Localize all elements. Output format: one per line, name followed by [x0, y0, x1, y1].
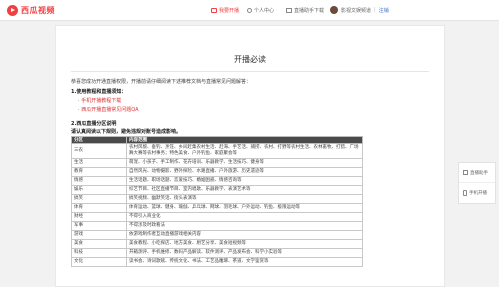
content-cell: 不得涉及时政看法 — [126, 221, 363, 231]
content-cell: 搞笑视频、幽默笑话、街头表演等 — [126, 194, 363, 204]
nav-personal-center-label: 个人中心 — [254, 7, 275, 14]
content-cell: 生活话题、职场话题、恋爱技巧、婚姻困惑、情感咨询等 — [126, 176, 363, 186]
table-row: 科技 开箱测评、手机维修、数码产品解读、软件测评、产品发布会、科学小实验等 — [71, 248, 363, 258]
nav-go-live[interactable]: 我要开播 — [211, 0, 239, 20]
content-cell: 开箱测评、手机维修、数码产品解读、软件测评、产品发布会、科学小实验等 — [126, 248, 363, 258]
table-row: 军事 不得涉及时政看法 — [71, 221, 363, 231]
table-row: 财经 不得引入商业化 — [71, 212, 363, 222]
nav-download-assistant[interactable]: 直播助手下载 — [286, 0, 324, 20]
content-cell: 读书会、诗词歌赋、传统文化、书法、工艺品雕琢、茶道、文学鉴赏等 — [126, 257, 363, 267]
content-cell: 农村风貌、垂钓、烹饪、乡间赶集农村生活、赶海、手艺活、捕捞、农村、打野等农村生活… — [126, 143, 363, 159]
table-row: 美食 美食教程、小吃探店、地方美食、厨艺分享、美食短视频等 — [71, 239, 363, 249]
category-cell: 游戏 — [71, 230, 127, 240]
live-assistant-label: 直播助手 — [470, 170, 488, 176]
category-cell: 体育 — [71, 203, 127, 213]
page-title: 开播必读 — [234, 55, 266, 64]
mobile-live-button[interactable]: 手机开播 — [459, 183, 495, 203]
live-assistant-button[interactable]: 直播助手 — [459, 163, 495, 183]
tutorial-download-link[interactable]: 手机开播教程下载 — [78, 97, 121, 104]
content-cell: 萌宠、小孩子、手工制作、花卉培训、乐器教学、生活技巧、健身等 — [126, 158, 363, 168]
category-cell: 生活 — [71, 158, 127, 168]
column-header-category: 分区 — [71, 136, 127, 144]
table-row: 游戏 依游戏制作者互动直播游戏相关内容 — [71, 230, 363, 240]
intro-text: 恭喜您成功开通直播权限，开播前请仔细阅读下述推荐文档与直播常见问题解答： — [71, 79, 252, 85]
nav-download-label: 直播助手下载 — [294, 7, 325, 14]
content-cell: 综艺节目、社区直播节目、室内唱歌、乐器教学、表演艺术等 — [126, 185, 363, 195]
table-header-row: 分区 内容范围 — [71, 136, 363, 144]
nav-personal-center[interactable]: 个人中心 — [247, 0, 274, 20]
table-row: 搞笑 搞笑视频、幽默笑话、街头表演等 — [71, 194, 363, 204]
category-cell: 军事 — [71, 221, 127, 231]
content-cell: 依游戏制作者互动直播游戏相关内容 — [126, 230, 363, 240]
table-row: 教育 自然风光、动物摄影、野外探险、水路直播、户外旅游、历史遗迹等 — [71, 167, 363, 177]
faq-link[interactable]: 西瓜开播直播常见问题QA — [78, 106, 138, 113]
avatar[interactable] — [330, 6, 338, 14]
top-header: 西瓜视频 我要开播 个人中心 直播助手下载 影视文娱频道 | 注销 — [0, 0, 499, 21]
table-row: 生活 萌宠、小孩子、手工制作、花卉培训、乐器教学、生活技巧、健身等 — [71, 158, 363, 168]
column-header-content: 内容范围 — [126, 136, 363, 144]
content-cell: 自然风光、动物摄影、野外探险、水路直播、户外旅游、历史遗迹等 — [126, 167, 363, 177]
camera-icon — [211, 7, 217, 13]
logo-play-icon — [7, 4, 18, 16]
category-cell: 三农 — [71, 143, 127, 159]
table-row: 三农 农村风貌、垂钓、烹饪、乡间赶集农村生活、赶海、手艺活、捕捞、农村、打野等农村… — [71, 143, 363, 159]
category-table: 分区 内容范围 三农 农村风貌、垂钓、烹饪、乡间赶集农村生活、赶海、手艺活、捕捞、… — [71, 136, 363, 267]
content-cell: 美食教程、小吃探店、地方美食、厨艺分享、美食短视频等 — [126, 239, 363, 249]
floating-toolbar: 直播助手 手机开播 — [458, 162, 496, 204]
download-icon — [286, 7, 292, 13]
section-1-title: 1.使用教程和直播须知： — [71, 89, 127, 95]
table-row: 娱乐 综艺节目、社区直播节目、室内唱歌、乐器教学、表演艺术等 — [71, 185, 363, 195]
content-cell: 不得引入商业化 — [126, 212, 363, 222]
user-name[interactable]: 影视文娱频道 — [341, 7, 371, 14]
category-cell: 娱乐 — [71, 185, 127, 195]
logo-text: 西瓜视频 — [21, 5, 55, 15]
table-row: 文化 读书会、诗词歌赋、传统文化、书法、工艺品雕琢、茶道、文学鉴赏等 — [71, 257, 363, 267]
table-row: 情感 生活话题、职场话题、恋爱技巧、婚姻困惑、情感咨询等 — [71, 176, 363, 186]
phone-icon — [463, 190, 467, 196]
user-area: 影视文娱频道 | 注销 — [330, 0, 389, 20]
category-cell: 搞笑 — [71, 194, 127, 204]
category-cell: 教育 — [71, 167, 127, 177]
category-cell: 文化 — [71, 257, 127, 267]
mobile-live-label: 手机开播 — [469, 191, 487, 196]
category-cell: 财经 — [71, 212, 127, 222]
logout-link[interactable]: 注销 — [379, 7, 389, 14]
site-logo[interactable]: 西瓜视频 — [7, 4, 55, 16]
category-cell: 科技 — [71, 248, 127, 258]
divider: | — [374, 7, 376, 13]
user-icon — [247, 7, 252, 13]
category-cell: 美食 — [71, 239, 127, 249]
nav-go-live-label: 我要开播 — [219, 7, 240, 14]
category-cell: 情感 — [71, 176, 127, 186]
section-2-title: 2.西瓜直播分区说明 — [71, 121, 117, 127]
title-divider — [71, 71, 429, 72]
section-2-subtitle: 请认真阅读以下规则，避免违规对账号造成影响。 — [71, 129, 182, 135]
monitor-icon — [463, 170, 468, 175]
content-cell: 体育运动、篮球、健身、瑜伽、乒乓球、网球、羽毛球、户外运动、钓鱼、极限运动等 — [126, 203, 363, 213]
content-card: 开播必读 恭喜您成功开通直播权限，开播前请仔细阅读下述推荐文档与直播常见问题解答… — [55, 25, 445, 287]
table-row: 体育 体育运动、篮球、健身、瑜伽、乒乓球、网球、羽毛球、户外运动、钓鱼、极限运动等 — [71, 203, 363, 213]
